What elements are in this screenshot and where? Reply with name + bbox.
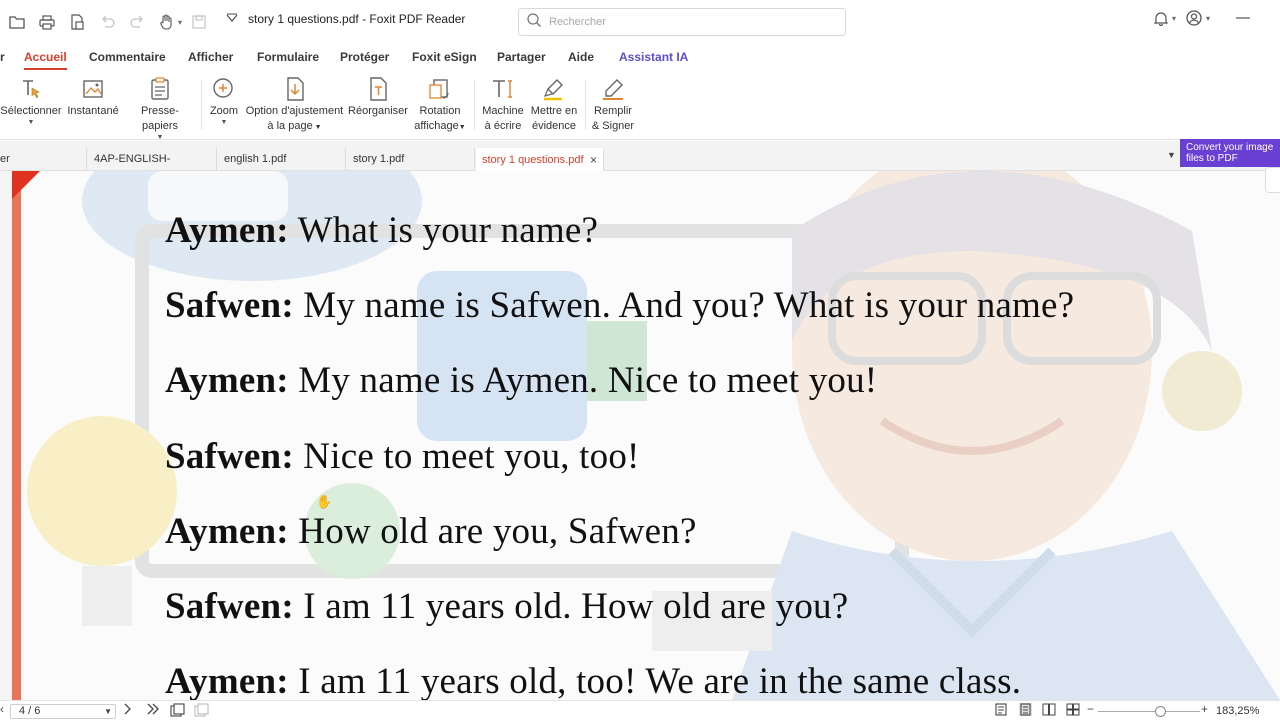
- account-dropdown-icon[interactable]: ▾: [1206, 14, 1210, 23]
- rotate-view-button[interactable]: Rotation affichage▼: [411, 74, 469, 135]
- search-box[interactable]: [518, 8, 846, 36]
- clipboard-button[interactable]: Presse-papiers ▼: [124, 74, 196, 142]
- page-view-alt-icon[interactable]: [194, 703, 210, 720]
- doc-tab-english-1[interactable]: english 1.pdf: [218, 148, 346, 171]
- zoom-out-icon[interactable]: −: [1087, 702, 1094, 716]
- page-dropdown-icon[interactable]: ▼: [104, 705, 112, 718]
- search-icon: [527, 12, 541, 32]
- facing-page-icon[interactable]: [1042, 703, 1056, 719]
- ribbon-separator: [474, 80, 475, 130]
- zoom-level[interactable]: 183,25%: [1216, 705, 1259, 717]
- fit-page-button[interactable]: Option d'ajustement à la page ▼: [245, 74, 344, 135]
- menu-tab-cut[interactable]: r: [0, 50, 5, 64]
- reorganize-button[interactable]: Réorganiser: [348, 74, 408, 119]
- notification-bell-icon[interactable]: [1153, 11, 1168, 26]
- save-icon[interactable]: [186, 9, 212, 35]
- dialogue-line: Aymen: My name is Aymen. Nice to meet yo…: [165, 360, 878, 401]
- zoom-icon: [212, 74, 236, 104]
- menu-tab-aide[interactable]: Aide: [568, 50, 594, 64]
- snapshot-icon: [82, 74, 104, 104]
- search-input[interactable]: [549, 16, 829, 28]
- doc-tab-story-1-questions[interactable]: story 1 questions.pdf ×: [476, 148, 604, 171]
- select-tool-button[interactable]: Sélectionner ▼: [0, 74, 62, 127]
- pdf-page: Aymen: What is your name? Safwen: My nam…: [12, 171, 1280, 700]
- open-folder-icon[interactable]: [4, 9, 30, 35]
- first-page-icon[interactable]: ‹: [0, 702, 4, 716]
- zoom-slider-handle[interactable]: [1155, 706, 1166, 717]
- single-page-icon[interactable]: [995, 703, 1007, 719]
- next-page-icon[interactable]: [123, 703, 131, 718]
- doc-tab-4ap-english-book[interactable]: 4AP-ENGLISH-BOOK.pdf: [88, 148, 217, 188]
- window-title: story 1 questions.pdf - Foxit PDF Reader: [248, 12, 466, 26]
- fill-sign-button[interactable]: Remplir & Signer: [589, 74, 637, 134]
- select-text-icon: [20, 74, 42, 104]
- menu-tab-formulaire[interactable]: Formulaire: [257, 50, 319, 64]
- customize-toolbar-icon[interactable]: [226, 12, 238, 26]
- dialogue-line: Safwen: I am 11 years old. How old are y…: [165, 586, 849, 627]
- document-view[interactable]: Aymen: What is your name? Safwen: My nam…: [0, 171, 1280, 700]
- status-bar: ‹ 4 / 6 ▼ − + 183,25%: [0, 700, 1280, 720]
- page-view-icon[interactable]: [170, 703, 186, 720]
- dialogue-line: Safwen: My name is Safwen. And you? What…: [165, 285, 1075, 326]
- menu-tab-afficher[interactable]: Afficher: [188, 50, 233, 64]
- dialogue-line: Safwen: Nice to meet you, too!: [165, 436, 640, 477]
- hand-tool-icon[interactable]: [154, 9, 180, 35]
- convert-promo-banner[interactable]: Convert your image files to PDF: [1180, 139, 1280, 167]
- ribbon-toolbar: Sélectionner ▼ Instantané Presse-papiers…: [0, 70, 1280, 142]
- last-page-icon[interactable]: [146, 703, 160, 718]
- fit-page-icon: [285, 74, 305, 104]
- rotate-icon: [428, 74, 452, 104]
- page-number-field[interactable]: 4 / 6 ▼: [10, 704, 116, 719]
- menu-tab-commentaire[interactable]: Commentaire: [89, 50, 166, 64]
- menu-tab-assistant-ia[interactable]: Assistant IA: [619, 50, 688, 64]
- print-icon[interactable]: [34, 9, 60, 35]
- menu-tab-proteger[interactable]: Protéger: [340, 50, 389, 64]
- highlighter-icon: [542, 74, 566, 104]
- doc-tab-cut[interactable]: er: [0, 148, 87, 171]
- account-icon[interactable]: [1186, 10, 1202, 26]
- tabs-list-dropdown-icon[interactable]: ▼: [1167, 150, 1176, 160]
- hand-cursor-icon: ✋: [316, 494, 333, 509]
- select-dropdown-icon: ▼: [27, 119, 35, 126]
- zoom-dropdown-icon: ▼: [220, 119, 228, 126]
- minimize-icon[interactable]: [1236, 17, 1250, 19]
- close-tab-icon[interactable]: ×: [590, 150, 597, 171]
- dialogue-line: Aymen: How old are you, Safwen?: [165, 511, 697, 552]
- dialogue-line: Aymen: What is your name?: [165, 210, 599, 251]
- menu-tab-partager[interactable]: Partager: [497, 50, 546, 64]
- zoom-slider-track[interactable]: [1098, 711, 1200, 712]
- continuous-facing-icon[interactable]: [1066, 703, 1080, 719]
- menu-tab-foxit-esign[interactable]: Foxit eSign: [412, 50, 477, 64]
- zoom-in-icon[interactable]: +: [1201, 702, 1208, 716]
- menu-tab-accueil[interactable]: Accueil: [24, 50, 67, 70]
- quick-access-toolbar: ▾: [0, 9, 212, 35]
- snapshot-button[interactable]: Instantané: [67, 74, 119, 119]
- save-copy-icon[interactable]: [64, 9, 90, 35]
- notification-dropdown-icon[interactable]: ▾: [1172, 14, 1176, 23]
- fill-sign-pen-icon: [601, 74, 625, 104]
- rotate-dropdown-icon: ▼: [458, 124, 466, 131]
- ribbon-separator: [201, 80, 202, 130]
- title-bar: ▾ story 1 questions.pdf - Foxit PDF Read…: [0, 0, 1280, 44]
- redo-icon[interactable]: [124, 9, 150, 35]
- continuous-page-icon[interactable]: [1019, 703, 1032, 719]
- hand-tool-dropdown-icon[interactable]: ▾: [178, 18, 182, 27]
- document-title: story 1 questions.pdf - Foxit PDF Reader: [226, 12, 465, 26]
- page-left-edge: [12, 171, 21, 700]
- side-panel-toggle[interactable]: [1265, 167, 1280, 193]
- reorganize-icon: [368, 74, 388, 104]
- ribbon-separator: [585, 80, 586, 130]
- clipboard-icon: [150, 74, 170, 104]
- menu-bar: r Accueil Commentaire Afficher Formulair…: [0, 44, 1280, 70]
- zoom-button[interactable]: Zoom ▼: [206, 74, 242, 127]
- doc-tab-story-1[interactable]: story 1.pdf: [347, 148, 475, 171]
- dialogue-line: Aymen: I am 11 years old, too! We are in…: [165, 661, 1022, 700]
- fit-dropdown-icon: ▼: [312, 124, 322, 131]
- highlight-button[interactable]: Mettre en évidence: [528, 74, 580, 134]
- typewriter-icon: [491, 74, 515, 104]
- typewriter-button[interactable]: Machine à écrire: [480, 74, 526, 134]
- undo-icon[interactable]: [94, 9, 120, 35]
- title-bar-right: ▾ ▾: [1153, 10, 1280, 26]
- document-tabs-bar: er 4AP-ENGLISH-BOOK.pdf english 1.pdf st…: [0, 141, 1280, 188]
